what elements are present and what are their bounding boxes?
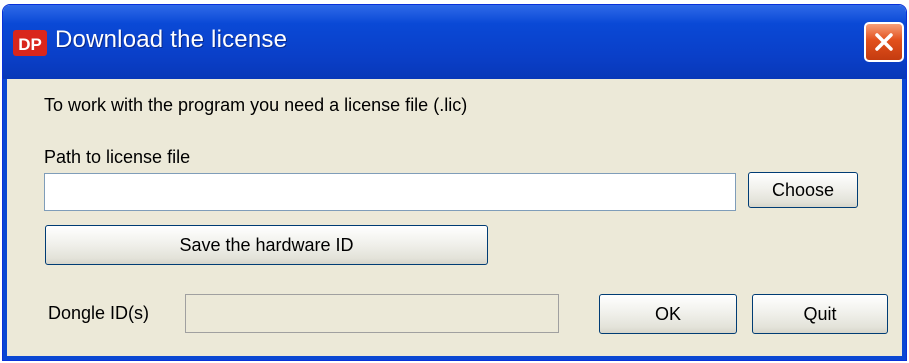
ok-button[interactable]: OK (599, 294, 737, 334)
svg-text:DP: DP (18, 35, 42, 54)
save-hardware-id-button[interactable]: Save the hardware ID (45, 225, 488, 265)
window-frame-bottom (3, 356, 906, 360)
window-title: Download the license (55, 26, 288, 53)
license-message: To work with the program you need a lice… (44, 95, 468, 115)
save-hardware-id-label: Save the hardware ID (179, 235, 354, 255)
title-bar[interactable]: DP Download the license (3, 5, 906, 79)
close-icon (875, 33, 893, 51)
quit-button-label: Quit (803, 304, 837, 324)
ok-button-label: OK (654, 304, 681, 324)
choose-button[interactable]: Choose (748, 172, 858, 208)
dialog-body: To work with the program you need a lice… (7, 79, 902, 356)
license-dialog: DP Download the license To work with the… (2, 4, 907, 361)
license-path-input[interactable] (44, 173, 736, 211)
path-label: Path to license file (44, 147, 191, 167)
dongle-id-field (185, 294, 559, 333)
quit-button[interactable]: Quit (752, 294, 888, 334)
dp-logo-icon: DP (13, 30, 47, 56)
window-frame-right (902, 79, 906, 360)
close-button[interactable] (864, 22, 904, 62)
dongle-id-label: Dongle ID(s) (48, 303, 150, 323)
choose-button-label: Choose (771, 180, 835, 200)
